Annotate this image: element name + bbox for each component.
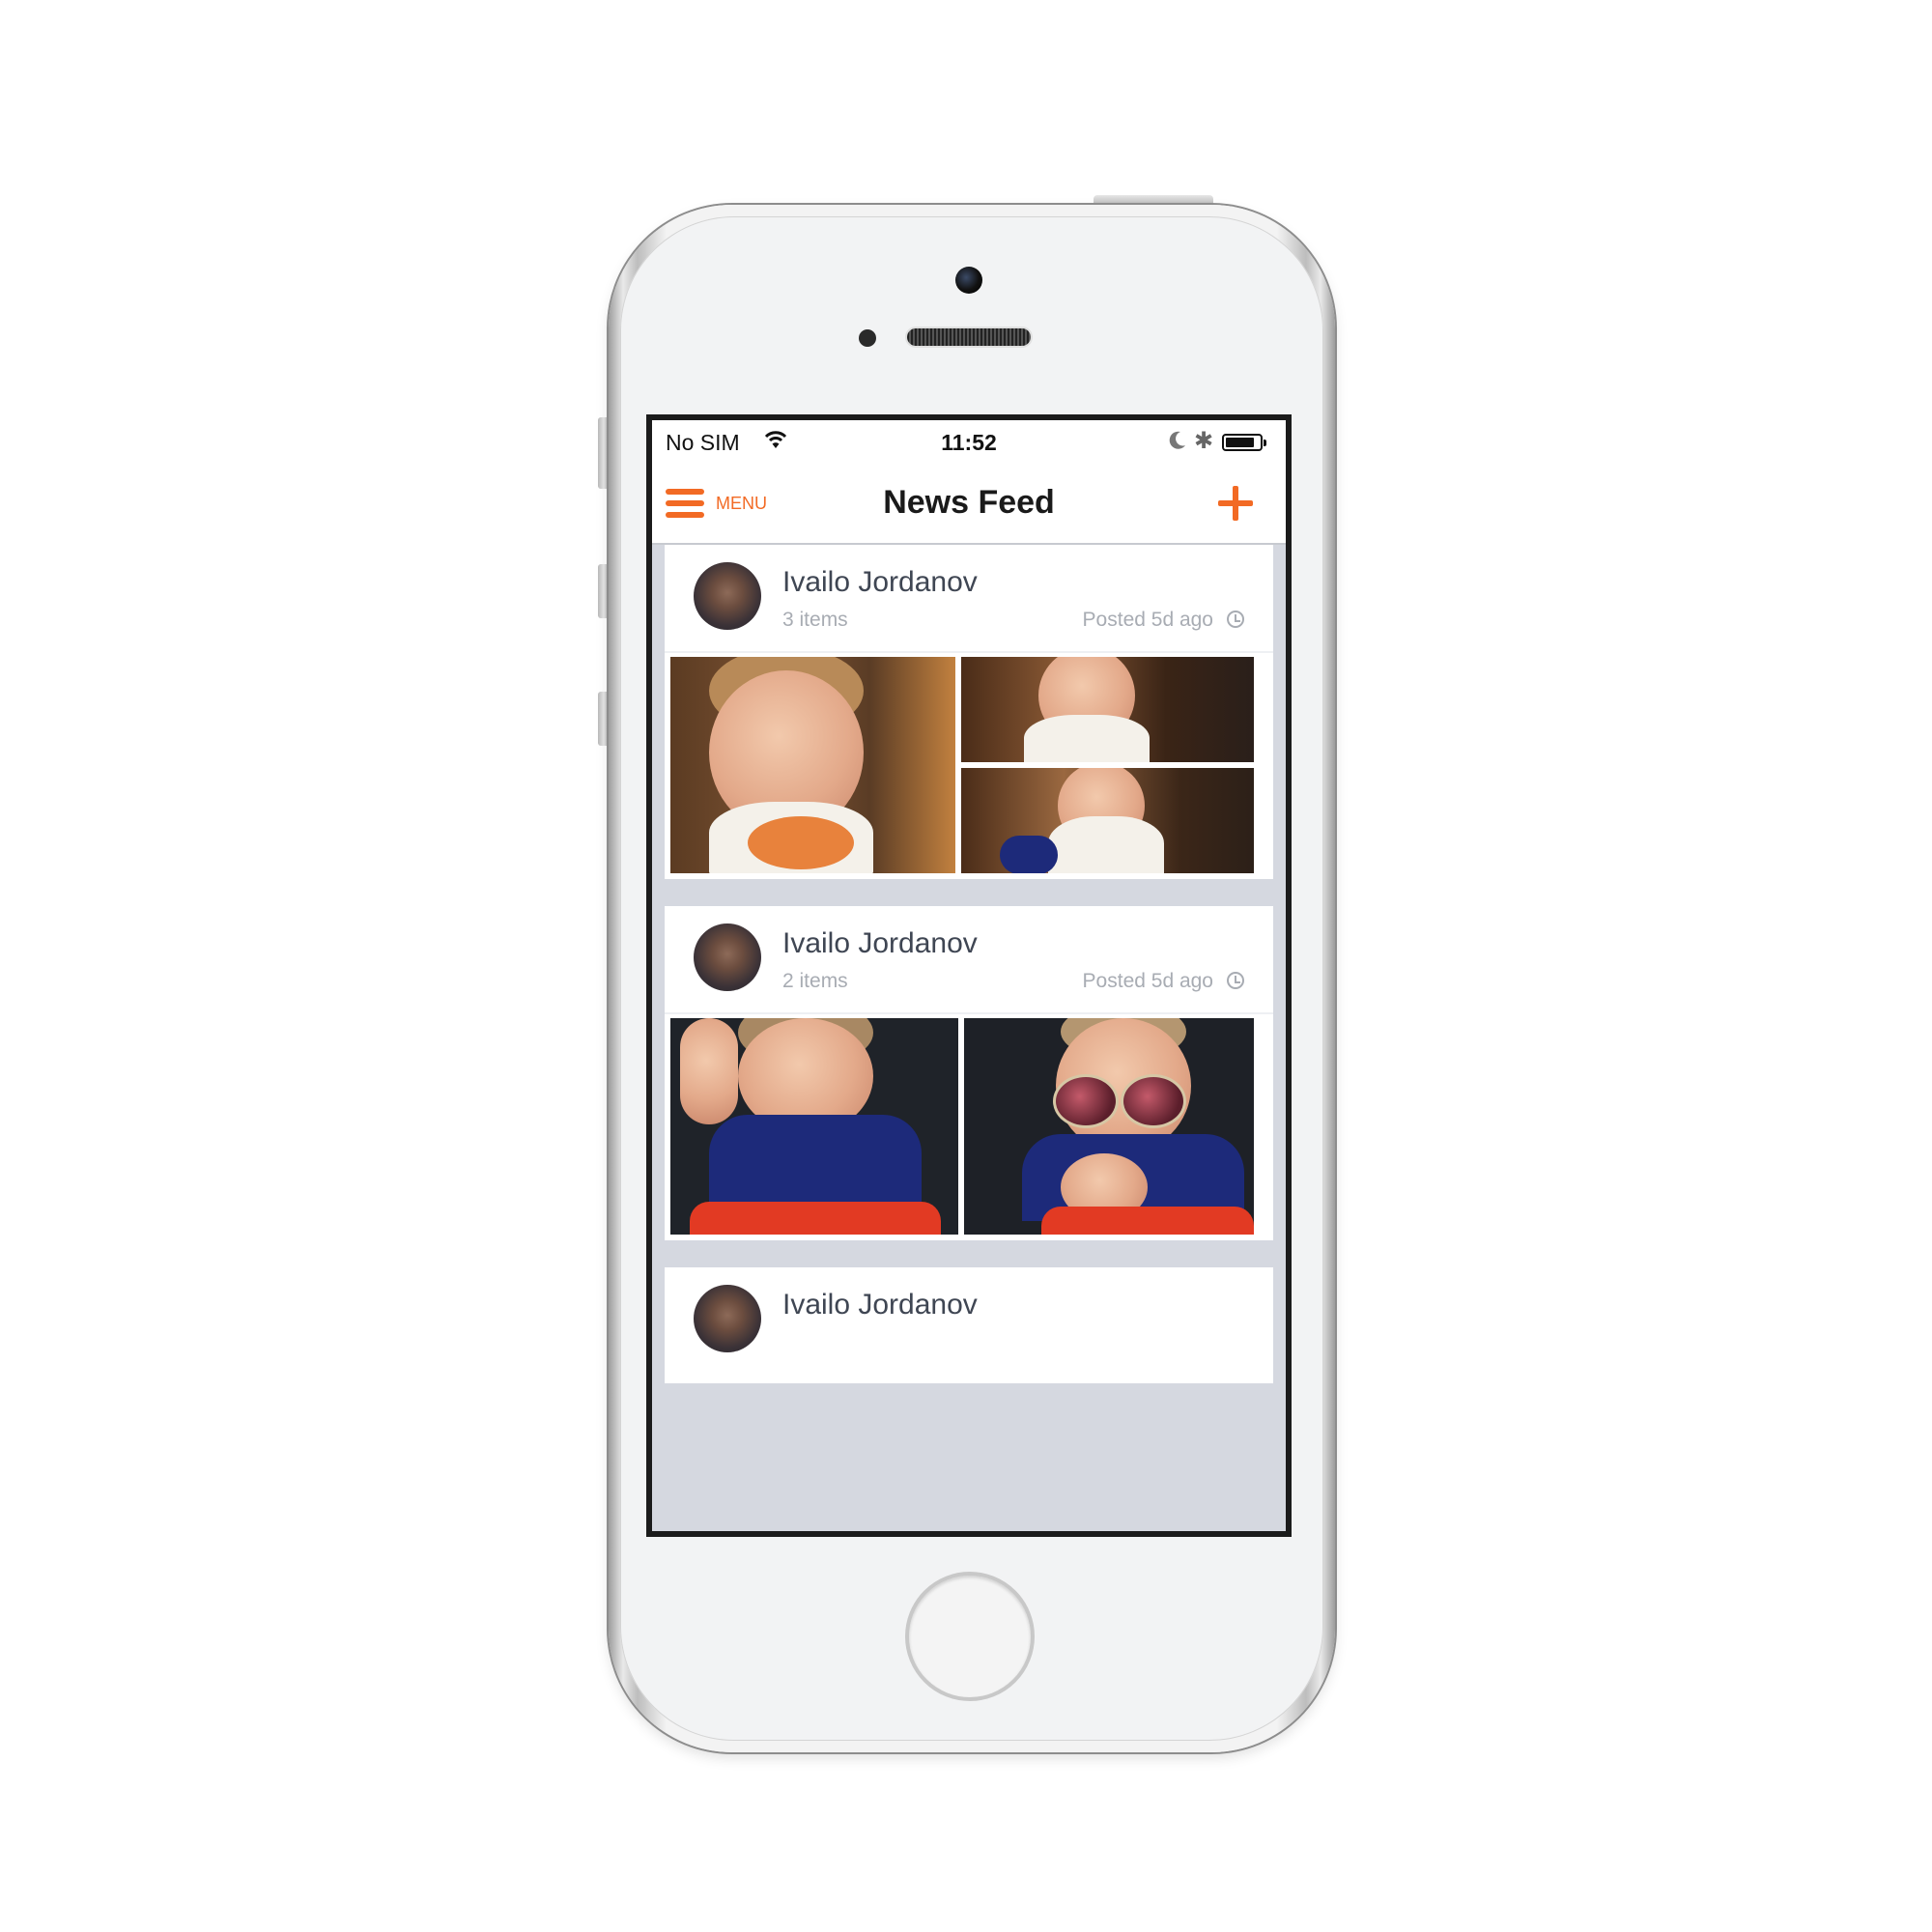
battery-fill — [1226, 438, 1254, 447]
front-camera — [955, 267, 982, 294]
post-timestamp: Posted 5d ago — [1082, 609, 1213, 631]
feed-post[interactable]: Ivailo Jordanov 2 items Posted 5d ago — [665, 906, 1273, 1240]
post-photo[interactable] — [961, 657, 1254, 762]
post-item-count: 2 items — [782, 970, 848, 992]
post-author[interactable]: Ivailo Jordanov — [782, 1289, 978, 1321]
status-time: 11:52 — [941, 430, 997, 455]
post-header: Ivailo Jordanov 3 items Posted 5d ago — [665, 545, 1273, 653]
avatar[interactable] — [694, 1285, 761, 1352]
earpiece-speaker — [907, 328, 1031, 346]
header-divider — [665, 651, 1273, 653]
post-timestamp: Posted 5d ago — [1082, 970, 1213, 992]
avatar[interactable] — [694, 923, 761, 991]
post-header: Ivailo Jordanov — [665, 1267, 1273, 1376]
bluetooth-icon: ✱ — [1194, 428, 1214, 454]
clock-icon — [1227, 972, 1244, 989]
add-post-button[interactable] — [1214, 482, 1257, 525]
page-title: News Feed — [883, 484, 1055, 521]
nav-bar: MENU News Feed — [652, 463, 1286, 545]
post-photo[interactable] — [964, 1018, 1254, 1235]
plus-icon-bar — [1218, 500, 1253, 506]
post-author[interactable]: Ivailo Jordanov — [782, 566, 978, 599]
status-bar: No SIM 11:52 ✱ — [652, 420, 1286, 463]
home-button[interactable] — [905, 1572, 1035, 1701]
post-header: Ivailo Jordanov 2 items Posted 5d ago — [665, 906, 1273, 1014]
avatar[interactable] — [694, 562, 761, 630]
battery-icon — [1222, 434, 1263, 451]
feed-post[interactable]: Ivailo Jordanov 3 items Posted 5d ago — [665, 545, 1273, 879]
post-photo[interactable] — [670, 657, 955, 873]
feed-post[interactable]: Ivailo Jordanov — [665, 1267, 1273, 1383]
header-divider — [665, 1012, 1273, 1014]
post-photo[interactable] — [961, 768, 1254, 873]
post-photo[interactable] — [670, 1018, 958, 1235]
post-author[interactable]: Ivailo Jordanov — [782, 927, 978, 960]
app-screen: No SIM 11:52 ✱ MENU News Feed Ivailo Jor… — [646, 414, 1292, 1537]
battery-nub — [1264, 440, 1266, 446]
clock-icon — [1227, 611, 1244, 628]
post-item-count: 3 items — [782, 609, 848, 631]
moon-icon — [1169, 431, 1185, 449]
proximity-sensor — [859, 329, 876, 347]
